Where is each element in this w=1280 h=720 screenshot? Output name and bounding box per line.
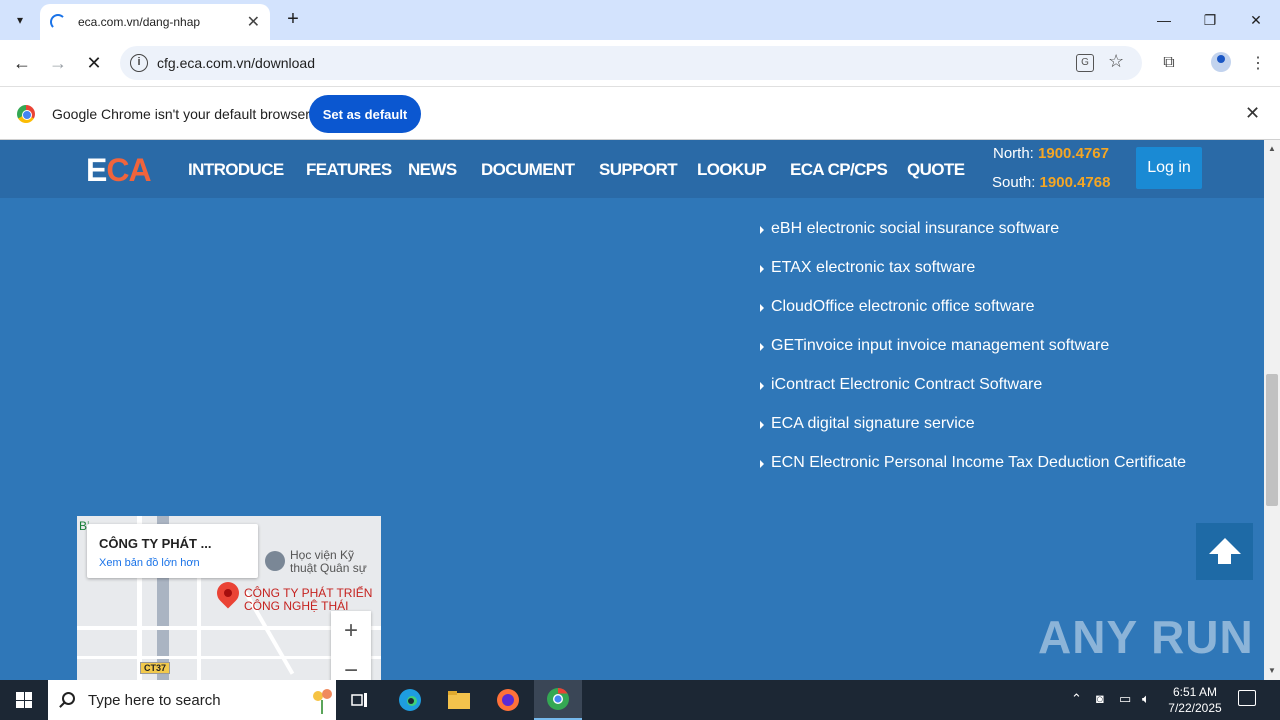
- forward-button[interactable]: →: [46, 51, 70, 75]
- stop-loading-button[interactable]: ✕: [82, 51, 106, 75]
- default-browser-infobar: Google Chrome isn't your default browser…: [0, 86, 1280, 140]
- site-header: ECA INTRODUCE FEATURES NEWS DOCUMENT SUP…: [0, 140, 1264, 198]
- map-place-name: CÔNG TY PHÁT ...: [99, 536, 212, 551]
- hotline-south: South: 1900.4768: [992, 174, 1111, 191]
- taskbar-clock[interactable]: 6:51 AM 7/22/2025: [1160, 684, 1230, 716]
- restore-button[interactable]: ❐: [1187, 0, 1233, 40]
- back-button[interactable]: ←: [10, 51, 34, 75]
- search-icon: [62, 692, 75, 705]
- map-zoom-control: + −: [331, 611, 371, 680]
- anyrun-watermark: ANY RUN: [1038, 611, 1254, 663]
- map-pin-icon[interactable]: [212, 577, 244, 609]
- map-place-card: CÔNG TY PHÁT ... Xem bản đồ lớn hơn: [87, 524, 258, 578]
- file-explorer-button[interactable]: [435, 680, 483, 720]
- tab-strip: ▾ eca.com.vn/dang-nhap ✕ + — ❐ ✕: [0, 0, 1280, 40]
- folder-icon: [448, 691, 470, 709]
- page-content: ECA INTRODUCE FEATURES NEWS DOCUMENT SUP…: [0, 140, 1264, 680]
- bookmark-star-icon[interactable]: ☆: [1108, 51, 1124, 72]
- task-view-button[interactable]: [336, 680, 384, 720]
- infobar-message: Google Chrome isn't your default browser: [52, 106, 310, 122]
- nav-eca-cp-cps[interactable]: ECA CP/CPS: [790, 160, 888, 180]
- nav-document[interactable]: DOCUMENT: [481, 160, 575, 180]
- browser-tab[interactable]: eca.com.vn/dang-nhap ✕: [40, 4, 270, 40]
- start-button[interactable]: [0, 680, 48, 720]
- url-text[interactable]: cfg.eca.com.vn/download: [157, 55, 315, 71]
- profile-avatar-icon[interactable]: [1211, 52, 1231, 72]
- product-link[interactable]: iContract Electronic Contract Software: [758, 376, 1186, 415]
- edge-icon: [399, 689, 421, 711]
- nav-lookup[interactable]: LOOKUP: [697, 160, 767, 180]
- product-link[interactable]: CloudOffice electronic office software: [758, 298, 1186, 337]
- volume-icon[interactable]: 🔈︎: [1142, 691, 1150, 707]
- nav-quote[interactable]: QUOTE: [907, 160, 965, 180]
- edge-button[interactable]: [386, 680, 434, 720]
- taskbar: Type here to search ⌃ ◙ ▭ 🔈︎ 6:51 AM 7/2…: [0, 680, 1280, 720]
- tray-overflow-icon[interactable]: ⌃: [1071, 691, 1082, 707]
- address-bar[interactable]: i cfg.eca.com.vn/download G ☆: [120, 46, 1142, 80]
- product-list: eBH electronic social insurance software…: [758, 220, 1186, 493]
- hotline-north: North: 1900.4767: [993, 145, 1109, 162]
- flowers-icon: [313, 689, 332, 714]
- scroll-down-icon[interactable]: ▼: [1268, 666, 1276, 675]
- scroll-thumb[interactable]: [1266, 374, 1278, 506]
- nav-news[interactable]: NEWS: [408, 160, 457, 180]
- nav-introduce[interactable]: INTRODUCE: [188, 160, 284, 180]
- nav-support[interactable]: SUPPORT: [599, 160, 678, 180]
- login-button[interactable]: Log in: [1136, 147, 1202, 189]
- product-link[interactable]: ETAX electronic tax software: [758, 259, 1186, 298]
- road-shield: CT37: [140, 662, 171, 674]
- chrome-menu-icon[interactable]: ⋮: [1246, 51, 1270, 75]
- notification-center-icon[interactable]: [1238, 690, 1256, 706]
- zoom-out-button[interactable]: −: [331, 651, 371, 680]
- back-to-top-button[interactable]: [1196, 523, 1253, 580]
- chrome-logo-icon: [17, 105, 35, 123]
- chrome-icon: [547, 688, 569, 710]
- education-icon: [265, 551, 285, 571]
- search-placeholder: Type here to search: [88, 692, 221, 709]
- product-link[interactable]: eBH electronic social insurance software: [758, 220, 1186, 259]
- extensions-icon[interactable]: ⧉: [1157, 51, 1181, 75]
- product-link[interactable]: ECA digital signature service: [758, 415, 1186, 454]
- scroll-up-icon[interactable]: ▲: [1268, 144, 1276, 153]
- loading-spinner-icon: [50, 14, 66, 30]
- site-info-icon[interactable]: i: [130, 54, 148, 72]
- new-tab-button[interactable]: +: [282, 8, 304, 30]
- tab-title: eca.com.vn/dang-nhap: [78, 15, 201, 29]
- zoom-in-button[interactable]: +: [331, 611, 371, 651]
- embedded-map[interactable]: Bi CÔNG TY PHÁT ... Xem bản đồ lớn hơn H…: [77, 516, 381, 680]
- close-window-button[interactable]: ✕: [1233, 0, 1279, 40]
- map-label-company: CÔNG TY PHÁT TRIỂN CÔNG NGHỆ THÁI: [244, 586, 373, 613]
- eca-logo[interactable]: ECA: [86, 152, 152, 189]
- clock-time: 6:51 AM: [1172, 685, 1218, 699]
- infobar-close-icon[interactable]: ✕: [1245, 103, 1260, 124]
- windows-logo-icon: [16, 692, 32, 708]
- translate-icon[interactable]: G: [1076, 54, 1094, 72]
- product-link[interactable]: GETinvoice input invoice management soft…: [758, 337, 1186, 376]
- taskbar-search-box[interactable]: Type here to search: [48, 680, 336, 720]
- browser-toolbar: ← → ✕ i cfg.eca.com.vn/download G ☆ ⧉ ⋮: [0, 40, 1280, 86]
- page-scrollbar[interactable]: ▲ ▼: [1264, 140, 1280, 680]
- clock-date: 7/22/2025: [1168, 701, 1222, 715]
- product-link[interactable]: ECN Electronic Personal Income Tax Deduc…: [758, 454, 1186, 493]
- firefox-button[interactable]: [484, 680, 532, 720]
- map-label-academy: Học viện Kỹ thuật Quân sự: [290, 548, 367, 575]
- chrome-button[interactable]: [534, 680, 582, 720]
- tab-search-button[interactable]: ▾: [8, 8, 32, 32]
- task-view-icon: [351, 693, 367, 707]
- tray-device-icon[interactable]: ◙: [1096, 691, 1104, 706]
- nav-features[interactable]: FEATURES: [306, 160, 392, 180]
- minimize-button[interactable]: —: [1141, 0, 1187, 40]
- firefox-icon: [497, 689, 519, 711]
- tab-close-icon[interactable]: ✕: [247, 12, 260, 32]
- view-larger-map-link[interactable]: Xem bản đồ lớn hơn: [99, 557, 200, 569]
- network-icon[interactable]: ▭: [1119, 691, 1131, 707]
- set-as-default-button[interactable]: Set as default: [309, 95, 421, 133]
